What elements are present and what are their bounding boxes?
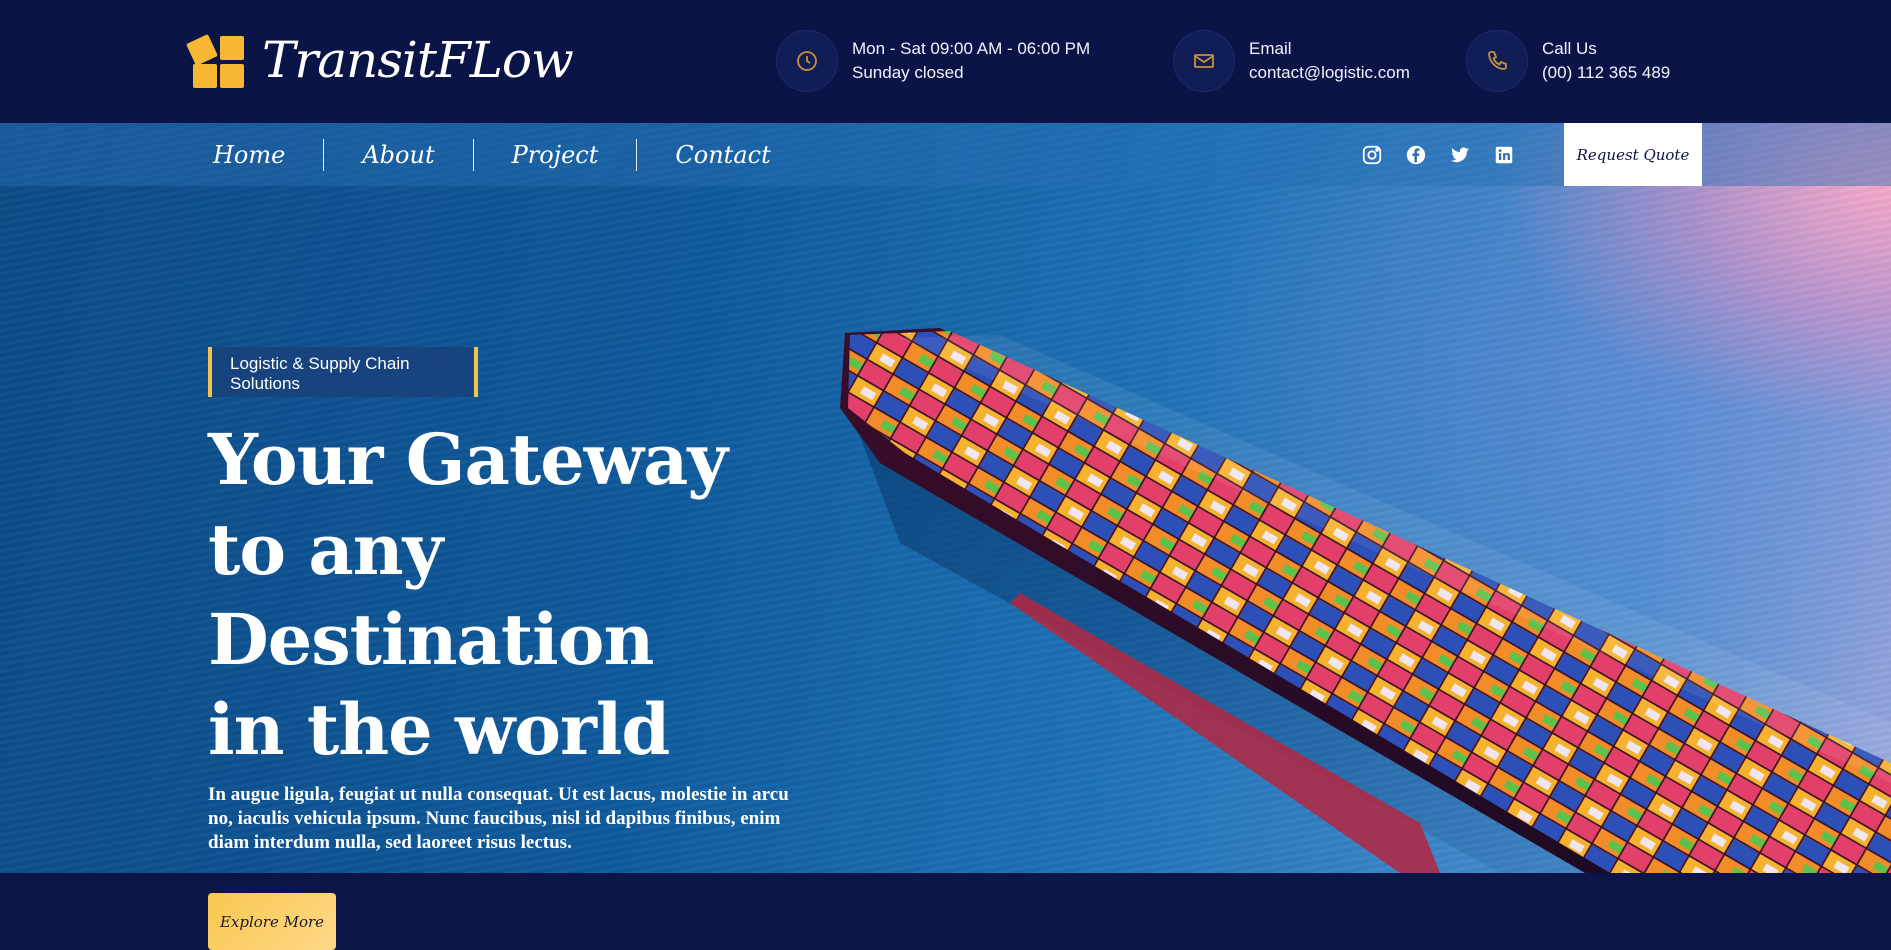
hours-line: Mon - Sat 09:00 AM - 06:00 PM (852, 39, 1091, 58)
brand-name: TransitFLow (262, 31, 574, 89)
main-nav: Home About Project Contact Request Quote (0, 123, 1891, 186)
instagram-icon[interactable] (1360, 143, 1384, 167)
headline-line-2: to any Destination (208, 508, 654, 681)
phone-icon (1466, 30, 1528, 92)
hours-info: Mon - Sat 09:00 AM - 06:00 PM Sunday clo… (776, 30, 1090, 92)
email-info: Email contact@logistic.com (1173, 30, 1410, 92)
hero-headline: Your Gateway to any Destination in the w… (208, 415, 868, 775)
request-quote-button[interactable]: Request Quote (1564, 123, 1702, 186)
brand-logo[interactable]: TransitFLow (186, 30, 574, 90)
logo-mark-icon (186, 32, 246, 88)
nav-contact-link[interactable]: Contact (637, 139, 808, 171)
closed-line: Sunday closed (852, 63, 964, 82)
explore-more-button[interactable]: Explore More (208, 893, 336, 950)
phone-label: Call Us (1542, 39, 1597, 58)
hero-tagline: Logistic & Supply Chain Solutions (208, 347, 478, 397)
phone-number-link[interactable]: (00) 112 365 489 (1542, 61, 1670, 85)
headline-line-1: Your Gateway (208, 418, 728, 501)
twitter-icon[interactable] (1448, 143, 1472, 167)
linkedin-icon[interactable] (1492, 143, 1516, 167)
mail-icon (1173, 30, 1235, 92)
social-links (1360, 123, 1536, 186)
nav-about-link[interactable]: About (324, 139, 472, 171)
facebook-icon[interactable] (1404, 143, 1428, 167)
clock-icon (776, 30, 838, 92)
hero-content: Logistic & Supply Chain Solutions Your G… (208, 347, 868, 950)
nav-home-link[interactable]: Home (213, 139, 323, 171)
phone-info: Call Us (00) 112 365 489 (1466, 30, 1670, 92)
nav-project-link[interactable]: Project (474, 139, 637, 171)
headline-line-3: in the world (208, 688, 670, 771)
top-header: TransitFLow Mon - Sat 09:00 AM - 06:00 P… (0, 0, 1891, 123)
hero-description: In augue ligula, feugiat ut nulla conseq… (208, 784, 789, 853)
email-address-link[interactable]: contact@logistic.com (1249, 61, 1410, 85)
email-label: Email (1249, 39, 1292, 58)
